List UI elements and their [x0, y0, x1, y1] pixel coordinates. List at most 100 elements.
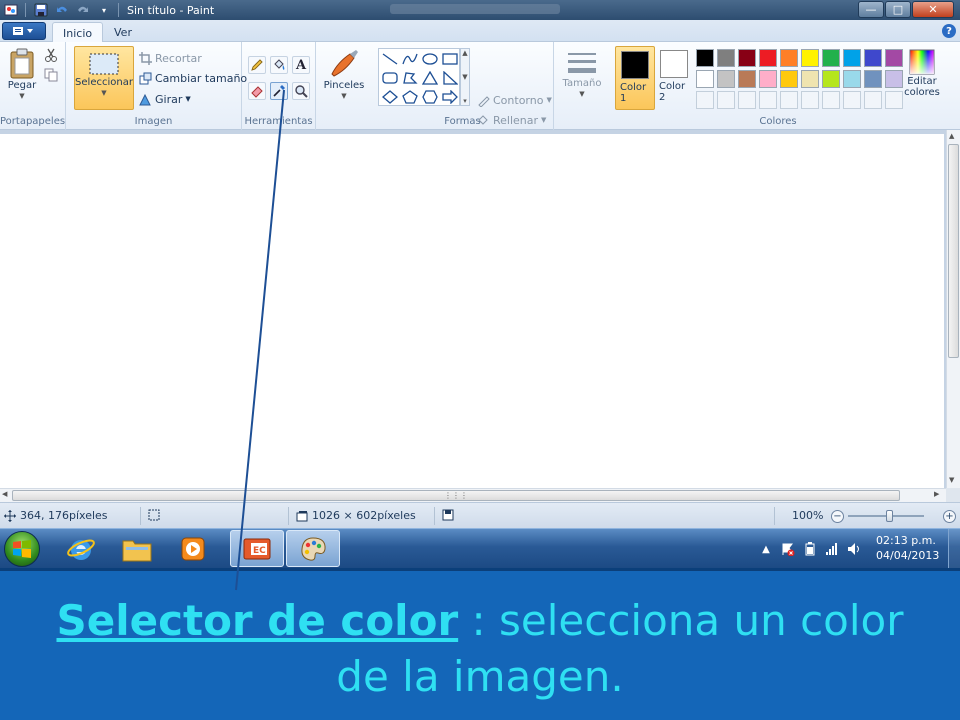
- palette-swatch[interactable]: [822, 70, 840, 88]
- rotate-button[interactable]: Girar ▼: [138, 92, 191, 106]
- palette-swatch[interactable]: [738, 70, 756, 88]
- fill-button[interactable]: Rellenar ▼: [476, 113, 546, 127]
- battery-icon[interactable]: [802, 541, 818, 557]
- redo-icon[interactable]: [76, 3, 90, 17]
- volume-icon[interactable]: [846, 541, 862, 557]
- palette-swatch[interactable]: [780, 49, 798, 67]
- powerpoint-button[interactable]: EC: [230, 530, 284, 567]
- drawing-canvas[interactable]: [0, 134, 944, 488]
- palette-swatch[interactable]: [801, 49, 819, 67]
- palette-swatch[interactable]: [780, 70, 798, 88]
- text-tool[interactable]: A: [292, 56, 310, 74]
- save-icon[interactable]: [34, 3, 48, 17]
- zoom-out-button[interactable]: −: [831, 510, 844, 523]
- palette-swatch[interactable]: [864, 70, 882, 88]
- color-picker-tool[interactable]: [270, 82, 288, 100]
- zoom-in-button[interactable]: +: [943, 510, 956, 523]
- custom-color-slot[interactable]: [843, 91, 861, 109]
- edit-colors-button[interactable]: Editar colores: [900, 48, 944, 98]
- pentagon-shape-icon[interactable]: [401, 89, 419, 105]
- resize-button[interactable]: Cambiar tamaño: [138, 71, 247, 85]
- shapes-gallery-scroll[interactable]: ▲ ▼ ▾: [460, 48, 470, 106]
- palette-swatch[interactable]: [843, 49, 861, 67]
- palette-swatch[interactable]: [696, 49, 714, 67]
- gallery-expand-icon[interactable]: ▾: [463, 97, 467, 105]
- undo-icon[interactable]: [55, 3, 69, 17]
- show-hidden-icons-icon[interactable]: ▲: [758, 541, 774, 557]
- paint-taskbar-button[interactable]: [286, 530, 340, 567]
- minimize-button[interactable]: —: [858, 1, 884, 18]
- scroll-right-icon[interactable]: ▶: [934, 490, 939, 498]
- palette-swatch[interactable]: [738, 49, 756, 67]
- network-signal-icon[interactable]: [824, 541, 840, 557]
- maximize-button[interactable]: □: [885, 1, 911, 18]
- color1-button[interactable]: Color 1: [615, 46, 655, 110]
- tab-inicio[interactable]: Inicio: [52, 22, 104, 43]
- palette-swatch[interactable]: [759, 70, 777, 88]
- pencil-tool[interactable]: [248, 56, 266, 74]
- diamond-shape-icon[interactable]: [381, 89, 399, 105]
- custom-color-slot[interactable]: [717, 91, 735, 109]
- custom-color-slot[interactable]: [738, 91, 756, 109]
- chevron-down-icon[interactable]: ▼: [462, 73, 467, 81]
- scroll-up-icon[interactable]: ▲: [949, 132, 954, 140]
- triangle-shape-icon[interactable]: [421, 70, 439, 86]
- polygon-shape-icon[interactable]: [401, 70, 419, 86]
- right-triangle-shape-icon[interactable]: [441, 70, 459, 86]
- palette-swatch[interactable]: [822, 49, 840, 67]
- palette-swatch[interactable]: [864, 49, 882, 67]
- select-button[interactable]: Seleccionar ▼: [74, 46, 134, 110]
- close-button[interactable]: ✕: [912, 1, 954, 18]
- scroll-down-icon[interactable]: ▼: [949, 476, 954, 484]
- chevron-up-icon[interactable]: ▲: [462, 49, 467, 57]
- copy-button[interactable]: [44, 68, 58, 82]
- tab-ver[interactable]: Ver: [104, 22, 142, 42]
- palette-swatch[interactable]: [759, 49, 777, 67]
- custom-color-slot[interactable]: [864, 91, 882, 109]
- crop-button[interactable]: Recortar: [138, 51, 202, 65]
- palette-swatch[interactable]: [801, 70, 819, 88]
- palette-swatch[interactable]: [696, 70, 714, 88]
- custom-color-slot[interactable]: [780, 91, 798, 109]
- custom-color-slot[interactable]: [696, 91, 714, 109]
- size-button[interactable]: Tamaño ▼: [562, 50, 602, 100]
- cut-button[interactable]: [44, 48, 58, 62]
- rounded-rectangle-shape-icon[interactable]: [381, 70, 399, 86]
- scroll-left-icon[interactable]: ◀: [2, 490, 7, 498]
- rectangle-shape-icon[interactable]: [441, 51, 459, 67]
- zoom-slider-thumb[interactable]: [886, 510, 893, 522]
- palette-swatch[interactable]: [717, 49, 735, 67]
- paint-app-icon[interactable]: [4, 3, 18, 17]
- custom-color-slot[interactable]: [801, 91, 819, 109]
- paint-menu-button[interactable]: [2, 22, 46, 40]
- magnifier-tool[interactable]: [292, 82, 310, 100]
- custom-color-slot[interactable]: [822, 91, 840, 109]
- outline-button[interactable]: Contorno ▼: [476, 93, 552, 107]
- paste-button[interactable]: Pegar ▼: [4, 48, 40, 102]
- taskbar-clock[interactable]: 02:13 p.m. 04/04/2013: [876, 533, 939, 563]
- horizontal-scroll-thumb[interactable]: ⋮⋮⋮: [12, 490, 900, 501]
- color2-button[interactable]: Color 2: [656, 46, 692, 110]
- fill-tool[interactable]: [270, 56, 288, 74]
- customize-quick-access-icon[interactable]: ▾: [97, 3, 111, 17]
- start-button[interactable]: [4, 531, 40, 567]
- show-desktop-button[interactable]: [948, 529, 960, 569]
- hexagon-shape-icon[interactable]: [421, 89, 439, 105]
- custom-color-slot[interactable]: [759, 91, 777, 109]
- curve-shape-icon[interactable]: [401, 51, 419, 67]
- palette-swatch[interactable]: [717, 70, 735, 88]
- arrow-shape-icon[interactable]: [441, 89, 459, 105]
- oval-shape-icon[interactable]: [421, 51, 439, 67]
- horizontal-scrollbar[interactable]: ◀ ⋮⋮⋮ ▶: [0, 488, 946, 502]
- eraser-tool[interactable]: [248, 82, 266, 100]
- internet-explorer-button[interactable]: [54, 530, 108, 567]
- action-center-icon[interactable]: [780, 541, 796, 557]
- brushes-button[interactable]: Pinceles ▼: [322, 48, 366, 102]
- palette-swatch[interactable]: [843, 70, 861, 88]
- vertical-scrollbar[interactable]: ▲ ▼: [946, 130, 960, 488]
- file-explorer-button[interactable]: [110, 530, 164, 567]
- line-shape-icon[interactable]: [381, 51, 399, 67]
- help-icon[interactable]: ?: [942, 24, 956, 38]
- vertical-scroll-thumb[interactable]: [948, 144, 959, 358]
- media-player-button[interactable]: [166, 530, 220, 567]
